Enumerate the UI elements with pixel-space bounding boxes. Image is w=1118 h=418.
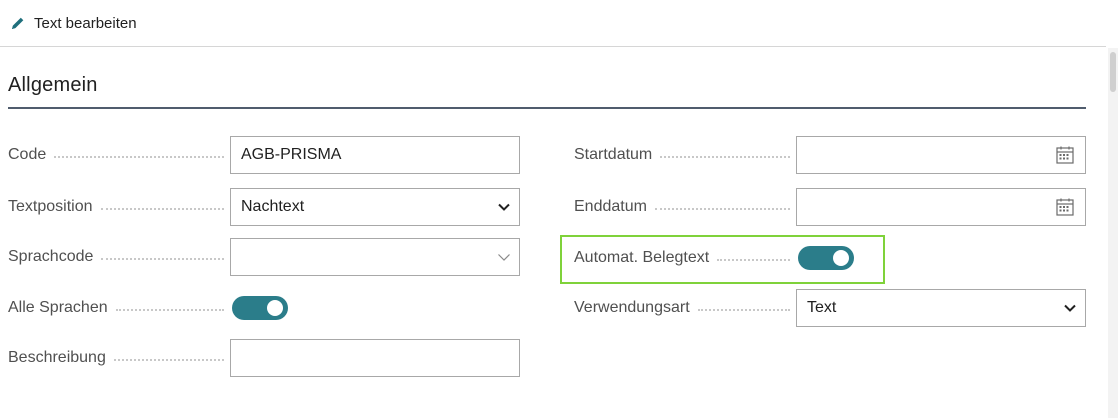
startdatum-label: Startdatum: [574, 136, 794, 174]
section-title[interactable]: Allgemein: [8, 74, 98, 97]
textposition-label: Textposition: [8, 188, 228, 226]
sprachcode-label: Sprachcode: [8, 238, 228, 276]
beschreibung-label: Beschreibung: [8, 339, 228, 377]
label-dots: [101, 258, 224, 260]
sprachcode-lookup[interactable]: [230, 238, 520, 276]
pencil-icon: [12, 17, 24, 29]
calendar-icon[interactable]: [1055, 145, 1075, 165]
verwendungsart-select[interactable]: Text: [796, 289, 1086, 327]
alle-sprachen-label: Alle Sprachen: [8, 289, 228, 327]
chevron-down-icon: [1063, 301, 1077, 315]
edit-text-button[interactable]: Text bearbeiten: [10, 10, 137, 36]
enddatum-input[interactable]: [796, 188, 1086, 226]
calendar-icon[interactable]: [1055, 197, 1075, 217]
edit-text-label: Text bearbeiten: [34, 14, 137, 32]
beschreibung-input[interactable]: [230, 339, 520, 377]
textposition-value: Nachtext: [241, 198, 305, 215]
label-dots: [717, 259, 790, 261]
label-dots: [113, 359, 224, 361]
label-dots: [100, 208, 224, 210]
startdatum-input[interactable]: [796, 136, 1086, 174]
label-dots: [660, 156, 790, 158]
chevron-down-icon: [497, 200, 511, 214]
code-input[interactable]: AGB-PRISMA: [230, 136, 520, 174]
toggle-knob: [833, 250, 849, 266]
verwendungsart-value: Text: [807, 299, 837, 316]
label-dots: [654, 208, 790, 210]
code-label: Code: [8, 136, 228, 174]
action-bar: Text bearbeiten: [0, 0, 1106, 47]
vertical-scrollbar[interactable]: [1108, 48, 1118, 418]
label-dots: [697, 309, 790, 311]
automat-belegtext-label: Automat. Belegtext: [574, 239, 794, 277]
automat-belegtext-toggle[interactable]: [798, 246, 854, 270]
label-dots: [54, 156, 224, 158]
label-dots: [115, 309, 224, 311]
verwendungsart-label: Verwendungsart: [574, 289, 794, 327]
textposition-select[interactable]: Nachtext: [230, 188, 520, 226]
alle-sprachen-toggle[interactable]: [232, 296, 288, 320]
enddatum-label: Enddatum: [574, 188, 794, 226]
section-divider: [8, 107, 1086, 109]
toggle-knob: [267, 300, 283, 316]
code-value: AGB-PRISMA: [241, 146, 342, 163]
chevron-down-icon: [497, 250, 511, 264]
scrollbar-thumb[interactable]: [1110, 52, 1116, 92]
